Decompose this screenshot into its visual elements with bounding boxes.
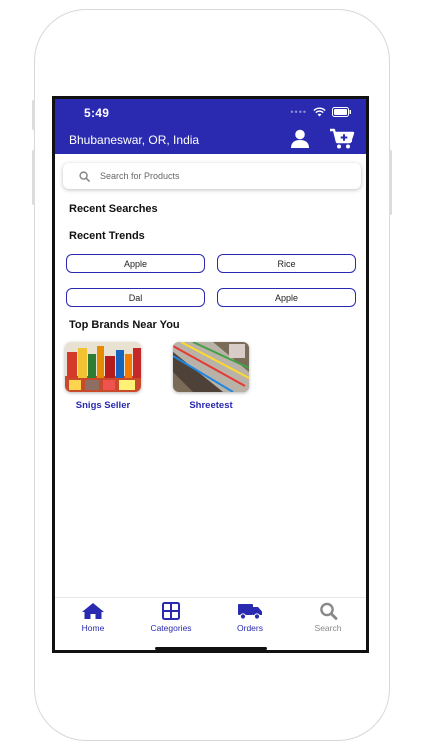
brand-image <box>65 342 141 392</box>
brand-card-snigs-seller[interactable]: Snigs Seller <box>63 342 143 411</box>
brand-name: Snigs Seller <box>75 400 131 411</box>
home-indicator[interactable] <box>155 647 267 650</box>
trend-chip-rice[interactable]: Rice <box>217 254 356 273</box>
trend-chip-apple-2[interactable]: Apple <box>217 288 356 307</box>
bottom-navigation: Home Categories Orders Search <box>55 597 366 650</box>
cart-add-icon[interactable] <box>329 128 355 150</box>
search-icon <box>319 602 337 620</box>
brand-name: Shreetest <box>189 400 233 411</box>
status-indicators: •••• <box>290 107 352 117</box>
phone-side-button <box>32 100 35 130</box>
user-icon[interactable] <box>290 129 310 149</box>
search-icon <box>79 170 90 182</box>
recent-searches-title: Recent Searches <box>69 203 158 215</box>
search-input[interactable] <box>100 171 330 181</box>
nav-categories[interactable]: Categories <box>136 602 206 633</box>
grid-icon <box>162 602 180 620</box>
wifi-icon <box>313 107 326 117</box>
recent-trends-title: Recent Trends <box>69 230 145 242</box>
nav-orders[interactable]: Orders <box>215 602 285 633</box>
app-header: 5:49 •••• Bhubaneswar, OR, India <box>55 99 366 154</box>
phone-side-button <box>389 150 392 215</box>
truck-icon <box>238 604 262 620</box>
grocery-products-image <box>65 342 141 392</box>
trend-chip-apple[interactable]: Apple <box>66 254 205 273</box>
signal-dots: •••• <box>290 107 307 117</box>
brand-image <box>173 342 249 392</box>
supermarket-aisle-image <box>173 342 249 392</box>
trend-chip-dal[interactable]: Dal <box>66 288 205 307</box>
brand-card-shreetest[interactable]: Shreetest <box>171 342 251 411</box>
nav-label: Orders <box>237 623 263 633</box>
app-screen: 5:49 •••• Bhubaneswar, OR, India Search … <box>52 96 369 653</box>
battery-icon <box>332 107 351 117</box>
top-brands-title: Top Brands Near You <box>69 319 180 331</box>
nav-label: Home <box>81 623 105 633</box>
nav-label: Search <box>314 623 342 633</box>
location-label[interactable]: Bhubaneswar, OR, India <box>69 133 199 147</box>
nav-home[interactable]: Home <box>58 602 128 633</box>
nav-label: Categories <box>150 623 192 633</box>
nav-search[interactable]: Search <box>293 602 363 633</box>
search-bar[interactable] <box>63 163 361 189</box>
home-icon <box>82 603 104 619</box>
phone-side-button <box>32 150 35 205</box>
status-time: 5:49 <box>84 106 110 120</box>
